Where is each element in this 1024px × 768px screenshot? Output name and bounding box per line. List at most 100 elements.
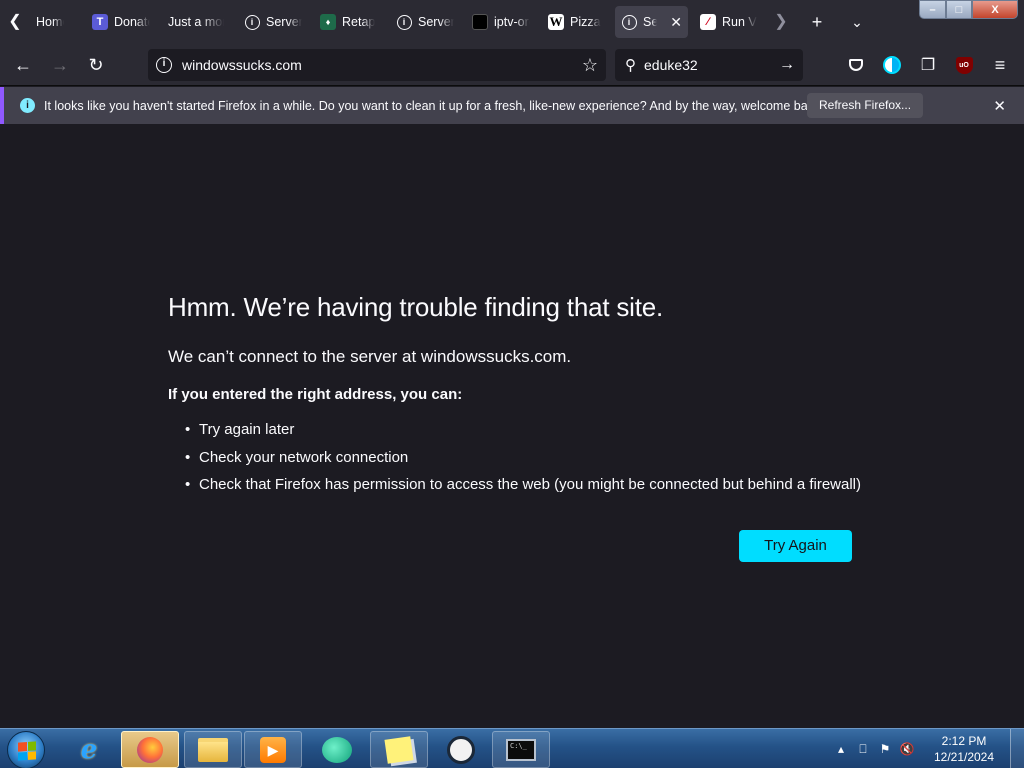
firefox-taskbar-button[interactable] <box>121 731 179 768</box>
error-subtitle: We can’t connect to the server at window… <box>168 347 572 366</box>
tab-title: Home <box>36 15 64 29</box>
taskbar: e ▶ C:\_ ▴ ⎕ ⚑ 🔇 2:12 PM 12/21/2024 <box>0 728 1024 768</box>
tab-title: Server Not Found <box>643 15 657 29</box>
firefox-account-icon <box>883 56 901 74</box>
close-window-button[interactable]: X <box>972 0 1018 19</box>
file-explorer-taskbar-button[interactable] <box>184 731 242 768</box>
search-input[interactable]: eduke32 <box>644 57 698 73</box>
folder-icon <box>198 737 228 762</box>
minimize-button[interactable]: – <box>919 0 946 19</box>
red-n-favicon-icon: ∕ <box>700 14 716 30</box>
retap-favicon-icon: ♦ <box>320 14 336 30</box>
info-icon: i <box>244 14 260 30</box>
error-title: Hmm. We’re having trouble finding that s… <box>168 292 664 322</box>
pocket-icon <box>849 59 863 71</box>
close-tab-icon[interactable]: ✕ <box>662 14 682 31</box>
error-hint: If you entered the right address, you ca… <box>168 386 463 403</box>
tab-title: Donate <box>114 15 150 29</box>
site-info-icon[interactable]: i <box>156 57 172 73</box>
pocket-button[interactable] <box>841 50 871 80</box>
refresh-firefox-button[interactable]: Refresh Firefox... <box>807 93 924 118</box>
search-bar[interactable]: ⚲ eduke32 → <box>615 49 803 81</box>
error-page: Hmm. We’re having trouble finding that s… <box>0 124 1024 728</box>
volume-muted-icon[interactable]: 🔇 <box>898 742 916 756</box>
sticky-notes-taskbar-button[interactable] <box>370 731 428 768</box>
tab-strip: ❮ Home T Donate Just a moment... i Serve… <box>0 0 1024 44</box>
tab-title: Retap <box>342 15 376 29</box>
bookmark-star-icon[interactable]: ☆ <box>582 55 598 76</box>
tab-run[interactable]: ∕ Run V <box>694 6 764 38</box>
suggestion-item: Check your network connection <box>168 448 861 476</box>
clock-time: 2:12 PM <box>941 734 987 748</box>
sticky-notes-icon <box>384 735 414 764</box>
tab-retap[interactable]: ♦ Retap <box>314 6 384 38</box>
extensions-button[interactable]: ❐ <box>913 50 943 80</box>
command-prompt-taskbar-button[interactable]: C:\_ <box>492 731 550 768</box>
tab-title: iptv-org <box>494 15 530 29</box>
search-icon: ⚲ <box>625 57 636 74</box>
tab-server-not-found-active[interactable]: i Server Not Found ✕ <box>615 6 688 38</box>
show-hidden-icons-icon[interactable]: ▴ <box>832 742 850 756</box>
clock-date: 12/21/2024 <box>933 750 995 764</box>
tab-title: Just a moment... <box>168 15 224 29</box>
network-icon[interactable]: ⎕ <box>854 742 872 757</box>
url-bar[interactable]: i windowssucks.com ☆ <box>148 49 606 81</box>
info-icon: i <box>396 14 412 30</box>
new-tab-button[interactable]: + <box>803 8 831 36</box>
account-button[interactable] <box>877 50 907 80</box>
puzzle-icon: ❐ <box>920 57 936 74</box>
navigation-toolbar: ← → ↻ i windowssucks.com ☆ ⚲ eduke32 → ❐… <box>0 44 1024 86</box>
media-player-icon: ▶ <box>260 736 286 763</box>
tab-pizza[interactable]: W Pizza <box>542 6 612 38</box>
tab-iptv[interactable]: iptv-org <box>466 6 536 38</box>
steam-taskbar-button[interactable] <box>432 731 490 768</box>
chat-bubble-icon <box>322 736 352 763</box>
scroll-tabs-right-icon[interactable]: ❯ <box>770 8 792 36</box>
steam-icon <box>447 735 475 764</box>
ublock-button[interactable]: uO <box>949 50 979 80</box>
iptv-favicon-icon <box>472 14 488 30</box>
tab-server-not-found-2[interactable]: i Server Not Found <box>390 6 460 38</box>
list-all-tabs-button[interactable]: ⌄ <box>843 8 871 36</box>
internet-explorer-icon: e <box>80 734 98 765</box>
tab-just-a-moment[interactable]: Just a moment... <box>162 6 230 38</box>
firefox-icon <box>137 736 163 763</box>
try-again-button[interactable]: Try Again <box>739 530 852 562</box>
clock[interactable]: 2:12 PM 12/21/2024 <box>924 733 1004 765</box>
media-player-taskbar-button[interactable]: ▶ <box>244 731 302 768</box>
forward-button[interactable]: → <box>45 50 75 80</box>
action-center-flag-icon[interactable]: ⚑ <box>876 742 894 756</box>
tab-donate[interactable]: T Donate <box>86 6 156 38</box>
command-prompt-icon: C:\_ <box>506 738 536 761</box>
reload-button[interactable]: ↻ <box>81 50 111 80</box>
tab-server-not-found-1[interactable]: i Server Not Found <box>238 6 308 38</box>
tab-title: Run V <box>722 15 757 29</box>
screen: ❮ Home T Donate Just a moment... i Serve… <box>0 0 1024 768</box>
back-button[interactable]: ← <box>8 50 38 80</box>
refresh-notification-bar: i It looks like you haven't started Fire… <box>0 87 1024 124</box>
windows-logo-icon <box>18 741 36 761</box>
url-text[interactable]: windowssucks.com <box>182 57 302 73</box>
app-menu-button[interactable]: ≡ <box>985 50 1015 80</box>
wikipedia-favicon-icon: W <box>548 14 564 30</box>
maximize-button[interactable]: □ <box>946 0 972 19</box>
info-icon: i <box>20 98 35 113</box>
close-notification-icon[interactable]: ✕ <box>993 97 1006 115</box>
scroll-tabs-left-icon[interactable]: ❮ <box>4 8 26 36</box>
tab-title: Server Not Found <box>418 15 454 29</box>
ublock-origin-icon: uO <box>955 56 973 74</box>
tab-title: Server Not Found <box>266 15 302 29</box>
suggestion-item: Try again later <box>168 420 861 448</box>
start-button[interactable] <box>7 731 45 768</box>
chat-app-taskbar-button[interactable] <box>308 731 366 768</box>
suggestion-item: Check that Firefox has permission to acc… <box>168 475 861 503</box>
tab-home[interactable]: Home <box>30 6 70 38</box>
internet-explorer-taskbar-button[interactable]: e <box>60 731 118 768</box>
system-tray: ▴ ⎕ ⚑ 🔇 2:12 PM 12/21/2024 <box>830 729 1024 768</box>
donate-favicon-icon: T <box>92 14 108 30</box>
hamburger-menu-icon: ≡ <box>994 54 1006 75</box>
search-go-icon[interactable]: → <box>779 56 795 74</box>
show-desktop-button[interactable] <box>1010 729 1024 768</box>
info-icon: i <box>621 14 637 30</box>
tab-title: Pizza <box>570 15 601 29</box>
